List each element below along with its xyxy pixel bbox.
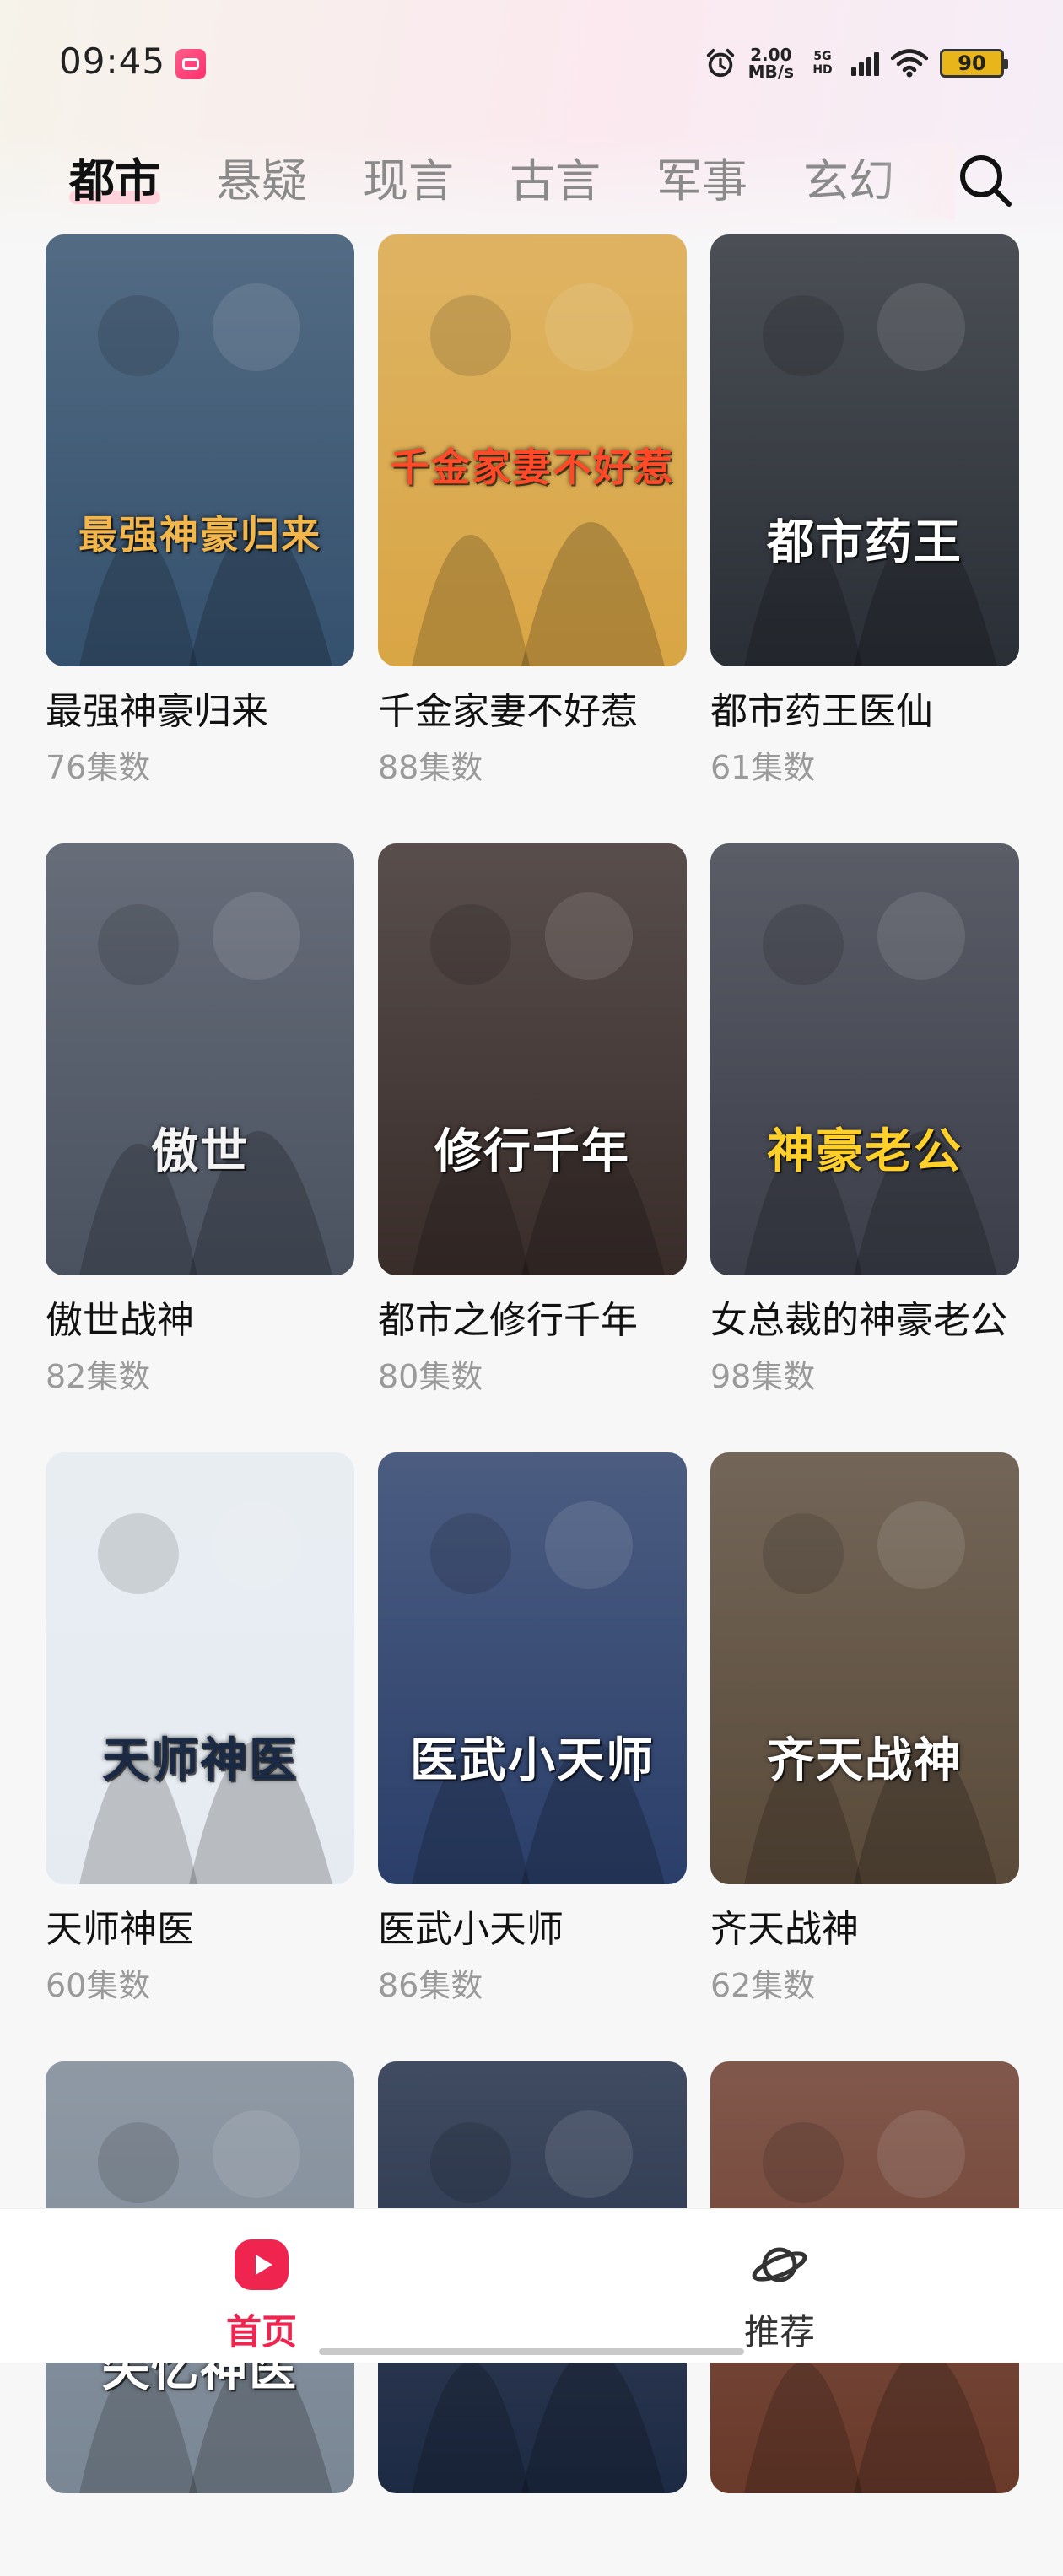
drama-card[interactable]: 修行千年都市之修行千年 80集数 xyxy=(378,843,687,1395)
drama-card[interactable]: 傲世傲世战神 82集数 xyxy=(46,843,354,1395)
planet-icon xyxy=(752,2247,807,2282)
nav-home-label: 首页 xyxy=(225,2311,297,2352)
poster-title-art: 神豪老公 xyxy=(767,1124,963,1179)
drama-card[interactable]: 齐天战神 齐天战神 62集数 xyxy=(710,1452,1019,2004)
poster-title-art: 傲世 xyxy=(151,1124,249,1179)
drama-title[interactable]: 都市之修行千年 xyxy=(378,1299,687,1343)
episode-count: 82集数 xyxy=(46,1358,151,1395)
drama-poster[interactable]: 医武小天师 xyxy=(378,1452,687,1884)
drama-title[interactable]: 女总裁的神豪老公 xyxy=(710,1299,1019,1343)
status-time: 09:45 xyxy=(59,40,166,82)
network-type: 5G HD xyxy=(812,50,833,77)
alarm-icon xyxy=(706,48,734,78)
status-indicators: 2.00 MB/s 5G HD 90 xyxy=(704,42,1008,84)
drama-poster[interactable]: 傲世 xyxy=(46,843,354,1275)
drama-card[interactable]: 天师神医 天师神医 60集数 xyxy=(46,1452,354,2004)
drama-title[interactable]: 天师神医 xyxy=(46,1908,354,1952)
poster-title-art: 医武小天师 xyxy=(410,1733,655,1788)
tab-0[interactable]: 都市 xyxy=(69,143,160,219)
poster-title-art: 修行千年 xyxy=(434,1124,630,1179)
drama-title[interactable]: 最强神豪归来 xyxy=(46,690,354,734)
episode-count: 86集数 xyxy=(378,1967,483,2004)
drama-poster[interactable]: 修行千年 xyxy=(378,843,687,1275)
speed-value: 2.00 xyxy=(750,45,792,65)
episode-count: 60集数 xyxy=(46,1967,151,2004)
drama-title[interactable] xyxy=(46,2517,354,2561)
battery-indicator: 90 xyxy=(940,49,1008,78)
episode-count: 61集数 xyxy=(710,749,816,786)
poster-artwork xyxy=(710,1452,1019,1884)
drama-title[interactable]: 千金家妻不好惹 xyxy=(378,690,687,734)
nav-home[interactable]: 首页 xyxy=(194,2234,329,2355)
poster-artwork xyxy=(46,234,354,666)
drama-poster[interactable]: 神豪老公 xyxy=(710,843,1019,1275)
drama-poster[interactable]: 最强神豪归来 xyxy=(46,234,354,666)
drama-card[interactable]: 千金家妻不好惹 千金家妻不好惹 88集数 xyxy=(378,234,687,786)
drama-poster[interactable]: 齐天战神 xyxy=(710,1452,1019,1884)
poster-artwork xyxy=(46,1452,354,1884)
wifi-icon xyxy=(891,49,928,78)
bottom-nav: 首页 推荐 xyxy=(0,2208,1063,2363)
poster-artwork xyxy=(710,843,1019,1275)
episode-count: 98集数 xyxy=(710,1358,816,1395)
nav-recommend[interactable]: 推荐 xyxy=(712,2234,847,2355)
episode-count: 76集数 xyxy=(46,749,151,786)
tab-3[interactable]: 古言 xyxy=(510,143,601,219)
poster-artwork xyxy=(378,843,687,1275)
home-indicator xyxy=(319,2348,744,2355)
cellular-signal-icon xyxy=(851,51,879,76)
app-notification-icon xyxy=(175,49,206,79)
drama-title[interactable]: 医武小天师 xyxy=(378,1908,687,1952)
episode-count: 80集数 xyxy=(378,1358,483,1395)
poster-artwork xyxy=(378,1452,687,1884)
status-bar: 09:45 2.00 MB/s 5G HD 90 xyxy=(0,0,1063,127)
poster-artwork xyxy=(710,234,1019,666)
tabs-fade xyxy=(879,143,955,219)
drama-card[interactable]: 神豪老公女总裁的神豪老公 98集数 xyxy=(710,843,1019,1395)
poster-title-art: 天师神医 xyxy=(102,1733,298,1788)
tab-4[interactable]: 军事 xyxy=(656,143,747,219)
poster-title-art: 千金家妻不好惹 xyxy=(391,445,674,490)
drama-title[interactable] xyxy=(378,2517,687,2561)
category-tabs: 都市悬疑现言古言军事玄幻古 xyxy=(69,143,955,219)
drama-title[interactable] xyxy=(710,2517,1019,2561)
drama-poster[interactable]: 千金家妻不好惹 xyxy=(378,234,687,666)
tab-1[interactable]: 悬疑 xyxy=(216,143,307,219)
speed-unit: MB/s xyxy=(747,62,794,82)
episode-count: 62集数 xyxy=(710,1967,816,2004)
drama-title[interactable]: 都市药王医仙 xyxy=(710,690,1019,734)
poster-title-art: 最强神豪归来 xyxy=(78,512,321,558)
search-icon[interactable] xyxy=(955,150,1016,211)
drama-title[interactable]: 齐天战神 xyxy=(710,1908,1019,1952)
network-speed: 2.00 MB/s xyxy=(748,46,794,80)
episode-count: 88集数 xyxy=(378,749,483,786)
drama-card[interactable]: 最强神豪归来 最强神豪归来 76集数 xyxy=(46,234,354,786)
drama-poster[interactable]: 都市药王 xyxy=(710,234,1019,666)
play-icon xyxy=(235,2239,289,2290)
drama-title[interactable]: 傲世战神 xyxy=(46,1299,354,1343)
drama-card[interactable]: 都市药王都市药王医仙 61集数 xyxy=(710,234,1019,786)
poster-artwork xyxy=(46,843,354,1275)
poster-title-art: 齐天战神 xyxy=(767,1733,963,1788)
poster-title-art: 都市药王 xyxy=(767,515,963,570)
drama-poster[interactable]: 天师神医 xyxy=(46,1452,354,1884)
drama-card[interactable]: 医武小天师 医武小天师 86集数 xyxy=(378,1452,687,2004)
nav-recommend-label: 推荐 xyxy=(743,2311,815,2352)
tab-2[interactable]: 现言 xyxy=(363,143,454,219)
